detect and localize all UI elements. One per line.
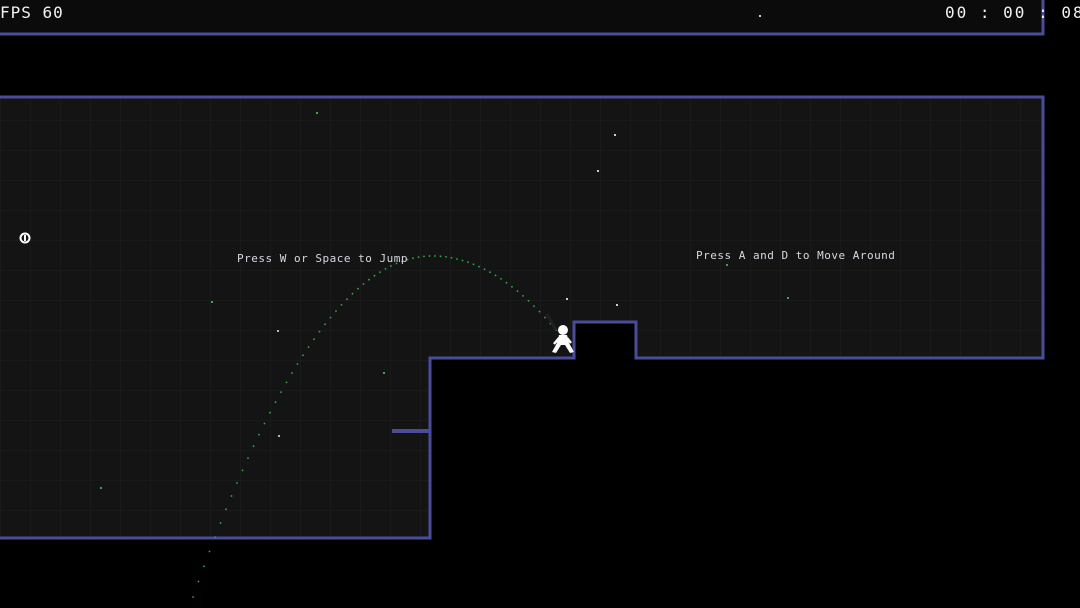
trajectory-dot: [203, 565, 205, 568]
move-hint-text: Press A and D to Move Around: [696, 249, 896, 262]
particle: [566, 298, 568, 300]
trajectory-dot: [472, 263, 475, 266]
trajectory-dot: [225, 508, 227, 511]
elapsed-timer: 00 : 00 : 08: [945, 3, 1080, 22]
trajectory-dot: [428, 255, 431, 257]
trajectory-dot: [269, 411, 271, 414]
trajectory-dot: [445, 256, 447, 258]
trajectory-dot: [247, 457, 249, 459]
trajectory-dot: [511, 285, 513, 288]
particle: [759, 15, 761, 17]
trajectory-dot: [412, 257, 414, 260]
trajectory-dot: [307, 346, 310, 348]
trajectory-dot: [291, 372, 293, 374]
trajectory-dot: [313, 338, 315, 340]
trajectory-dot: [494, 274, 497, 277]
trajectory-dot: [340, 304, 343, 306]
trajectory-dot: [357, 287, 359, 290]
particle: [726, 264, 728, 266]
jump-hint-text: Press W or Space to Jump: [237, 252, 408, 265]
particle: [211, 301, 213, 303]
top-corridor-floor: [0, 0, 1043, 34]
trajectory-dot: [219, 522, 222, 524]
trajectory-dot: [527, 299, 530, 302]
trajectory-dot: [384, 268, 387, 270]
trajectory-dot: [368, 278, 370, 281]
trajectory-dot: [500, 278, 502, 280]
trajectory-dot: [351, 292, 354, 295]
trajectory-dot: [434, 255, 436, 257]
trajectory-dot: [505, 281, 508, 284]
trajectory-dot: [302, 354, 304, 357]
main-room-grid: [0, 97, 1043, 538]
trajectory-dot: [390, 265, 392, 267]
trajectory-dot: [285, 381, 288, 384]
particle: [614, 134, 616, 136]
trajectory-dot: [533, 305, 535, 307]
particle: [787, 297, 789, 299]
coin-pickup-icon[interactable]: [19, 232, 31, 244]
particle: [278, 435, 280, 437]
trajectory-dot: [263, 422, 266, 425]
trajectory-dot: [346, 298, 348, 300]
fps-counter: FPS 60: [0, 3, 64, 22]
trajectory-dot: [230, 495, 233, 497]
trajectory-dot: [456, 258, 458, 260]
trajectory-dot: [450, 256, 453, 259]
trajectory-dot: [379, 271, 381, 273]
trajectory-dot: [423, 255, 425, 258]
particle: [100, 487, 102, 489]
particle: [597, 170, 599, 172]
trajectory-dot: [252, 445, 255, 448]
trajectory-dot: [516, 290, 519, 293]
trajectory-dot: [329, 316, 332, 319]
trajectory-dot: [461, 259, 464, 262]
trajectory-dot: [335, 310, 337, 312]
trajectory-dot: [208, 550, 211, 553]
trajectory-dot: [544, 316, 546, 319]
trajectory-dot: [373, 274, 376, 277]
trajectory-dot: [274, 401, 277, 404]
trajectory-dot: [192, 596, 194, 598]
particle: [616, 304, 618, 306]
trajectory-dot: [538, 310, 541, 313]
trajectory-dot: [236, 482, 238, 484]
trajectory-dot: [417, 256, 420, 258]
particle: [277, 330, 279, 332]
trajectory-dot: [483, 268, 486, 271]
trajectory-dot: [241, 469, 244, 472]
trajectory-dot: [467, 261, 469, 264]
trajectory-dot: [280, 391, 282, 393]
trajectory-dot: [439, 255, 442, 258]
game-scene: [0, 0, 1045, 598]
particle: [316, 112, 318, 114]
trajectory-dot: [489, 271, 491, 274]
particle: [383, 372, 385, 374]
trajectory-dot: [324, 323, 326, 326]
trajectory-dot: [258, 433, 260, 436]
trajectory-dot: [362, 283, 365, 285]
trajectory-dot: [214, 536, 216, 538]
trajectory-dot: [296, 363, 299, 365]
trajectory-dot: [522, 295, 524, 297]
trajectory-dot: [197, 580, 200, 583]
trajectory-dot: [318, 330, 321, 333]
trajectory-dot: [478, 265, 480, 268]
